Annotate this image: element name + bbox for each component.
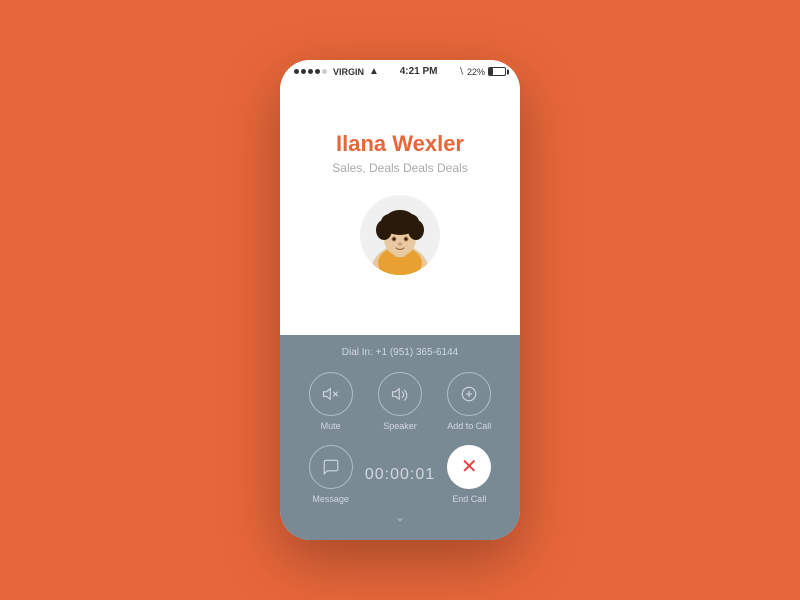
end-call-label: End Call [452,494,486,504]
status-bar: VIRGIN ▲ 4:21 PM ∖ 22% [280,60,520,81]
end-call-button[interactable]: ✕ [447,445,491,489]
mute-icon [322,385,340,403]
message-circle [309,445,353,489]
speaker-label: Speaker [383,421,417,431]
signal-icon [294,69,327,74]
avatar [360,195,440,275]
avatar-image [360,195,440,275]
top-section: Ilana Wexler Sales, Deals Deals Deals [280,81,520,335]
bottom-section: Dial In: +1 (951) 365-6144 Mute [280,335,520,540]
speaker-circle [378,372,422,416]
contact-title: Sales, Deals Deals Deals [332,161,467,175]
status-right: ∖ 22% [458,66,506,77]
add-icon [460,385,478,403]
timer-wrapper: 00:00:01 [378,453,422,497]
speaker-button[interactable]: Speaker [378,372,422,431]
carrier-label: VIRGIN [333,67,364,77]
message-icon [322,458,340,476]
chevron-icon: ⌄ [395,510,405,524]
add-to-call-label: Add to Call [447,421,491,431]
add-circle [447,372,491,416]
message-label: Message [312,494,349,504]
phone-frame: VIRGIN ▲ 4:21 PM ∖ 22% Ilana Wexler Sale… [280,60,520,540]
status-left: VIRGIN ▲ [294,66,379,77]
message-button[interactable]: Message [309,445,353,504]
mute-label: Mute [321,421,341,431]
mute-button[interactable]: Mute [309,372,353,431]
bluetooth-icon: ∖ [458,66,464,77]
end-call-x-icon: ✕ [461,457,478,477]
chevron-down[interactable]: ⌄ [296,504,504,524]
speaker-icon [391,385,409,403]
end-call-item: ✕ End Call [447,445,491,504]
status-time: 4:21 PM [400,66,438,77]
controls-row-2: Message 00:00:01 ✕ End Call [296,445,504,504]
dial-in-text: Dial In: +1 (951) 365-6144 [296,347,504,358]
controls-row-1: Mute Speaker [296,372,504,431]
call-timer: 00:00:01 [365,466,435,484]
battery-percent: 22% [467,67,485,77]
add-to-call-button[interactable]: Add to Call [447,372,491,431]
contact-name: Ilana Wexler [336,131,464,157]
battery-icon [488,67,506,76]
wifi-icon: ▲ [369,66,379,77]
mute-circle [309,372,353,416]
